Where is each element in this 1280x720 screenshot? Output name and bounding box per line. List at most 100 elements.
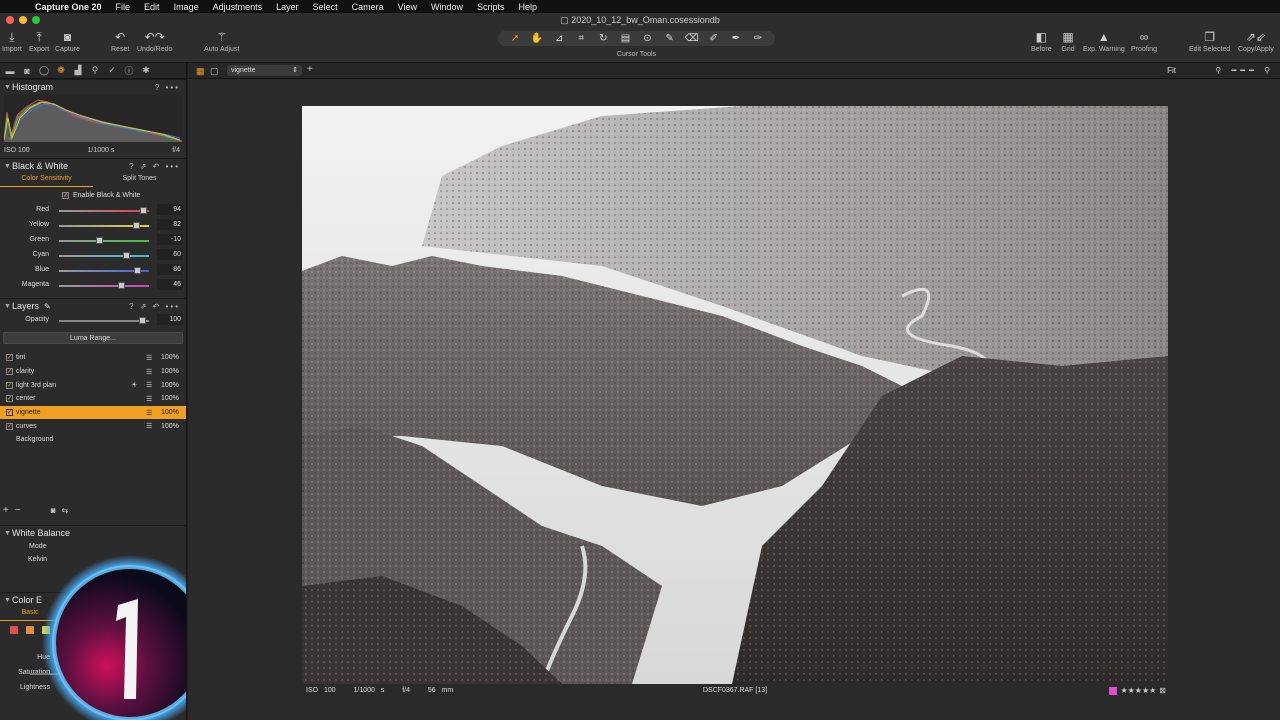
swatch-orange[interactable] bbox=[26, 626, 34, 634]
color-picker-icon[interactable]: ✑ bbox=[749, 33, 767, 44]
hue-slider[interactable]: Hue 0 bbox=[0, 651, 186, 666]
auto-adjust-button[interactable]: ⚚ Auto Adjust bbox=[204, 30, 239, 53]
mask-icon[interactable]: ☰ bbox=[146, 395, 152, 403]
layer-row[interactable]: ✓ curves ☰ 100% bbox=[0, 419, 186, 433]
enable-bw-checkbox[interactable]: ✓ bbox=[62, 191, 69, 199]
heal-icon[interactable]: ✒ bbox=[727, 33, 745, 44]
proofing-button[interactable]: ∞ Proofing bbox=[1131, 30, 1157, 53]
swatch-red[interactable] bbox=[10, 626, 18, 634]
undo-redo-button[interactable]: ↶↷ Undo/Redo bbox=[137, 30, 172, 53]
layer-checkbox[interactable]: ✓ bbox=[6, 409, 13, 417]
copy-apply-button[interactable]: ⇗⇙ Copy/Apply bbox=[1238, 30, 1274, 53]
draw-mask-icon[interactable]: ✐ bbox=[705, 33, 723, 44]
slider-track[interactable] bbox=[59, 255, 149, 257]
saturation-track[interactable] bbox=[30, 673, 140, 675]
export-button[interactable]: ⤒ Export bbox=[29, 30, 49, 54]
opacity-thumb[interactable] bbox=[139, 317, 146, 324]
remove-layer-icon[interactable]: − bbox=[15, 505, 21, 516]
saturation-thumb[interactable] bbox=[95, 670, 102, 677]
opacity-slider[interactable]: Opacity 100 bbox=[0, 313, 186, 328]
brush-icon[interactable]: ✎ bbox=[44, 302, 51, 311]
details-tab-icon[interactable]: ⚲ bbox=[89, 65, 101, 76]
keystone-icon[interactable]: ▤ bbox=[616, 33, 634, 44]
eraser-icon[interactable]: ⌫ bbox=[683, 33, 701, 44]
output-tab-icon[interactable]: ✱ bbox=[140, 65, 152, 76]
slider-red[interactable]: Red 94 bbox=[0, 203, 186, 218]
capture-tab-icon[interactable]: ◙ bbox=[21, 66, 33, 76]
library-tab-icon[interactable]: ▬ bbox=[4, 66, 16, 76]
layer-row[interactable]: ✓ clarity ☰ 100% bbox=[0, 365, 186, 379]
slider-value[interactable]: -10 bbox=[157, 234, 183, 245]
reset-button[interactable]: ↶ Reset bbox=[111, 30, 129, 53]
crop-icon[interactable]: ⌗ bbox=[572, 33, 590, 44]
exposure-tab-icon[interactable]: ▟ bbox=[72, 65, 84, 76]
metadata-tab-icon[interactable]: ⓘ bbox=[123, 64, 135, 77]
rotate-icon[interactable]: ↻ bbox=[594, 33, 612, 44]
picker-icon[interactable]: ⊙ bbox=[639, 33, 657, 44]
hue-value[interactable]: 0 bbox=[166, 654, 170, 661]
tab-basic[interactable]: Basic bbox=[0, 607, 60, 621]
menu-view[interactable]: View bbox=[391, 2, 424, 12]
slider-track[interactable] bbox=[59, 210, 149, 212]
layer-checkbox[interactable]: ✓ bbox=[6, 368, 13, 376]
slider-magenta[interactable]: Magenta 46 bbox=[0, 278, 186, 293]
fit-label[interactable]: Fit bbox=[1167, 66, 1176, 75]
brush-icon[interactable]: ✎ bbox=[661, 33, 679, 44]
camera-icon[interactable]: ◙ bbox=[51, 506, 56, 515]
opacity-value[interactable]: 100 bbox=[157, 314, 183, 325]
menu-scripts[interactable]: Scripts bbox=[470, 2, 512, 12]
slider-value[interactable]: 94 bbox=[157, 204, 183, 215]
swatch-yellow[interactable] bbox=[42, 626, 50, 634]
wb-kelvin-row[interactable]: Kelvin bbox=[0, 555, 186, 570]
layer-checkbox[interactable]: ✓ bbox=[6, 354, 13, 362]
white-balance-header[interactable]: ▼ White Balance bbox=[0, 525, 186, 540]
color-tab-icon[interactable]: ❁ bbox=[55, 65, 67, 76]
menu-layer[interactable]: Layer bbox=[269, 2, 306, 12]
color-editor-header[interactable]: ▼ Color E bbox=[0, 592, 186, 607]
saturation-value[interactable]: 0 bbox=[166, 669, 170, 676]
saturation-slider[interactable]: Saturation0 bbox=[0, 666, 186, 681]
slider-cyan[interactable]: Cyan 60 bbox=[0, 248, 186, 263]
slider-thumb[interactable] bbox=[133, 222, 141, 229]
luma-range-button[interactable]: Luma Range... bbox=[3, 332, 183, 344]
histogram-controls[interactable]: ? ••• bbox=[155, 83, 180, 92]
slider-value[interactable]: 46 bbox=[157, 279, 183, 290]
slider-thumb[interactable] bbox=[134, 267, 142, 274]
add-icon[interactable]: + bbox=[307, 64, 313, 75]
photo[interactable] bbox=[302, 106, 1168, 684]
menu-edit[interactable]: Edit bbox=[137, 2, 167, 12]
swap-icon[interactable]: ⇆ bbox=[62, 506, 69, 515]
edit-selected-button[interactable]: ❐ Edit Selected bbox=[1189, 30, 1230, 53]
layers-controls[interactable]: ? ⇗ ↶ ••• bbox=[129, 302, 180, 311]
slider-blue[interactable]: Blue 86 bbox=[0, 263, 186, 278]
slider-value[interactable]: 86 bbox=[157, 264, 183, 275]
bw-controls[interactable]: ? ⇗ ↶ ••• bbox=[129, 162, 180, 171]
grid-button[interactable]: ▦ Grid bbox=[1060, 30, 1076, 53]
slider-value[interactable]: 60 bbox=[157, 249, 183, 260]
slider-yellow[interactable]: Yellow 82 bbox=[0, 218, 186, 233]
mask-icon[interactable]: ☰ bbox=[146, 368, 152, 376]
menu-app[interactable]: Capture One 20 bbox=[28, 2, 109, 12]
layer-checkbox[interactable]: ✓ bbox=[6, 381, 13, 389]
menu-adjustments[interactable]: Adjustments bbox=[206, 2, 270, 12]
layer-row[interactable]: ✓ tint ☰ 100% bbox=[0, 351, 186, 365]
add-layer-icon[interactable]: + bbox=[3, 505, 9, 516]
reject-icon[interactable]: ⊠ bbox=[1159, 686, 1166, 695]
menu-help[interactable]: Help bbox=[512, 2, 545, 12]
layer-checkbox[interactable]: ✓ bbox=[6, 422, 13, 430]
variant-select[interactable]: vignette ⇕ bbox=[227, 65, 302, 76]
wb-mode-row[interactable]: Mode bbox=[0, 540, 186, 555]
mask-icon[interactable]: ☰ bbox=[146, 381, 152, 389]
slider-track[interactable] bbox=[59, 240, 149, 242]
tab-color-sensitivity[interactable]: Color Sensitivity bbox=[0, 173, 93, 187]
straighten-icon[interactable]: ⊿ bbox=[550, 33, 568, 44]
menu-camera[interactable]: Camera bbox=[345, 2, 391, 12]
before-button[interactable]: ◧ Before bbox=[1031, 30, 1052, 53]
exp-warning-button[interactable]: ▲ Exp. Warning bbox=[1083, 30, 1125, 53]
histogram-header[interactable]: ▼ Histogram ? ••• bbox=[0, 79, 186, 94]
grid-view-icon[interactable]: ▦ bbox=[196, 66, 205, 77]
background-layer[interactable]: Background bbox=[0, 433, 186, 447]
slider-green[interactable]: Green -10 bbox=[0, 233, 186, 248]
layer-row[interactable]: ✓ light 3rd plan ☀ ☰ 100% bbox=[0, 378, 186, 392]
slider-thumb[interactable] bbox=[139, 207, 147, 214]
